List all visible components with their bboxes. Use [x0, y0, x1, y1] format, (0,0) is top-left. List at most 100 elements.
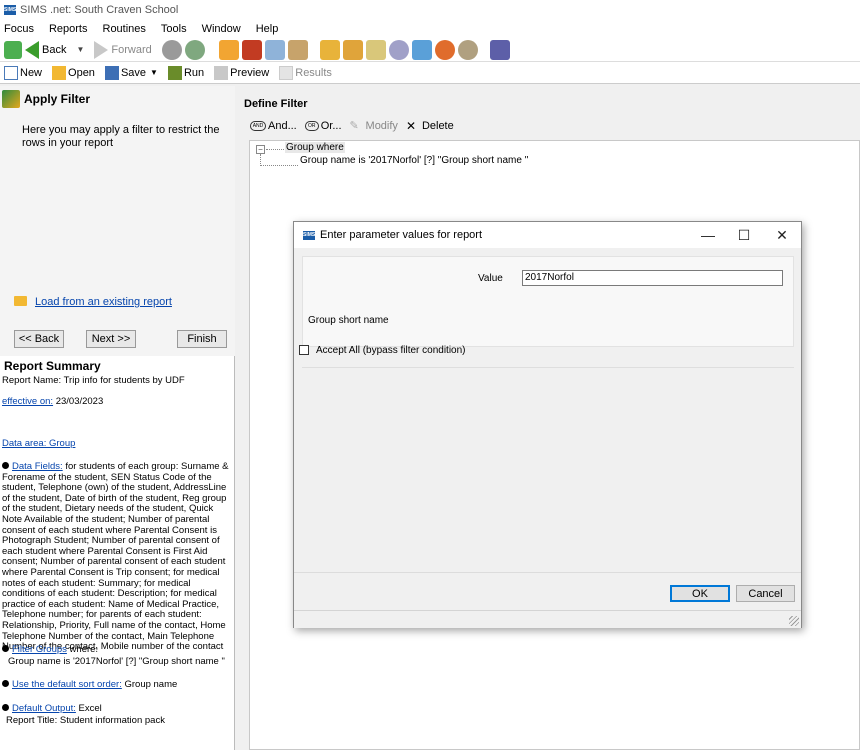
data-area: Data area: Group — [2, 438, 234, 450]
delete-button[interactable]: ✕ Delete — [406, 119, 454, 133]
minimize-icon[interactable]: — — [698, 226, 718, 244]
results-button[interactable]: Results — [279, 65, 332, 80]
save-button[interactable]: Save ▼ — [104, 65, 158, 80]
close-icon[interactable]: ✕ — [772, 226, 792, 244]
finish-wizard-button[interactable]: Finish — [177, 330, 227, 348]
bullet-icon — [2, 680, 9, 687]
school-icon[interactable] — [411, 39, 432, 60]
or-button[interactable]: OR Or... — [304, 120, 342, 132]
back-dropdown-icon[interactable]: ▼ — [76, 45, 84, 54]
tree-node-condition[interactable]: Group name is '2017Norfol' [?] "Group sh… — [300, 155, 528, 166]
menu-focus[interactable]: Focus — [2, 23, 38, 35]
flag-icon[interactable] — [241, 39, 262, 60]
default-output-link[interactable]: Default Output: — [12, 703, 76, 714]
back-wizard-button[interactable]: << Back — [14, 330, 64, 348]
and-label: And... — [268, 120, 297, 132]
menu-reports[interactable]: Reports — [47, 23, 92, 35]
accept-all-checkbox[interactable] — [299, 345, 309, 355]
calendar-icon[interactable] — [489, 39, 510, 60]
clock-icon[interactable] — [434, 39, 455, 60]
contacts-icon[interactable] — [457, 39, 478, 60]
effective-date: 23/03/2023 — [55, 396, 104, 407]
preview-label: Preview — [230, 66, 270, 79]
report-icon[interactable] — [287, 39, 308, 60]
maximize-icon[interactable]: ☐ — [734, 226, 754, 244]
filter-toolbar: AND And... OR Or... ✎ Modify ✕ Delete — [250, 119, 462, 133]
group-short-name-label: Group short name — [308, 315, 389, 326]
apply-filter-icon — [2, 90, 20, 108]
sims-logo-icon: SIMS — [4, 5, 17, 15]
and-icon: AND — [250, 121, 266, 131]
value-input[interactable]: 2017Norfol — [522, 270, 783, 286]
person-icon[interactable] — [184, 39, 205, 60]
app-titlebar: SIMS SIMS .net: South Craven School — [0, 0, 860, 20]
save-label: Save — [120, 66, 147, 79]
user-icon[interactable] — [388, 39, 409, 60]
sort-order: Use the default sort order: Group name — [2, 679, 234, 691]
modify-icon: ✎ — [349, 120, 359, 132]
new-label: New — [20, 66, 43, 79]
or-label: Or... — [320, 120, 342, 132]
menu-tools[interactable]: Tools — [159, 23, 191, 35]
report-summary-title: Report Summary — [4, 359, 101, 373]
ok-button[interactable]: OK — [670, 585, 730, 602]
cancel-button[interactable]: Cancel — [736, 585, 795, 602]
accept-all-label[interactable]: Accept All (bypass filter condition) — [316, 345, 466, 356]
back-label: Back — [42, 43, 67, 56]
parameter-dialog: SIMS Enter parameter values for report —… — [293, 221, 802, 628]
bullet-icon — [2, 645, 9, 652]
report-title: Report Title: Student information pack — [6, 715, 165, 726]
notes-icon[interactable] — [218, 39, 239, 60]
filter-groups-link[interactable]: Filter Groups — [12, 644, 67, 655]
dialog-divider — [294, 572, 801, 573]
document-icon[interactable] — [365, 39, 386, 60]
new-icon — [4, 65, 18, 80]
group-icon[interactable] — [342, 39, 363, 60]
run-icon — [167, 65, 182, 80]
data-fields-link[interactable]: Data Fields: — [12, 461, 63, 472]
menu-routines[interactable]: Routines — [101, 23, 150, 35]
and-button[interactable]: AND And... — [250, 120, 297, 132]
assessment-icon[interactable] — [319, 39, 340, 60]
load-existing-report-link[interactable]: Load from an existing report — [35, 296, 172, 308]
data-area-link[interactable]: Data area: Group — [2, 438, 75, 449]
next-wizard-button[interactable]: Next >> — [86, 330, 136, 348]
apply-filter-description: Here you may apply a filter to restrict … — [22, 124, 220, 149]
open-button[interactable]: Open — [52, 65, 95, 80]
tree-node-group-where[interactable]: Group where — [285, 142, 345, 153]
sort-order-link[interactable]: Use the default sort order: — [12, 679, 122, 690]
parameter-panel: Value 2017Norfol Group short name — [302, 256, 794, 347]
back-button[interactable]: Back — [25, 40, 67, 59]
delete-label: Delete — [421, 120, 454, 132]
menu-window[interactable]: Window — [200, 23, 245, 35]
dialog-statusbar — [294, 610, 801, 628]
people-icon[interactable] — [161, 39, 182, 60]
forward-button[interactable]: Forward — [94, 40, 152, 59]
default-output-text: Excel — [75, 703, 102, 714]
tree-collapse-icon[interactable]: − — [256, 145, 265, 154]
effective-on-link[interactable]: effective on: — [2, 396, 53, 407]
filter-groups: Filter Groups where: — [2, 644, 234, 656]
home-icon[interactable] — [4, 40, 22, 59]
dialog-content-area — [302, 367, 794, 565]
tree-connector — [266, 149, 284, 150]
modify-button[interactable]: ✎ Modify — [350, 119, 398, 133]
run-button[interactable]: Run — [167, 65, 204, 80]
delete-icon: ✕ — [405, 119, 416, 133]
results-icon — [279, 65, 294, 80]
data-fields: Data Fields: for students of each group:… — [2, 461, 234, 653]
filter-groups-detail: Group name is '2017Norfol' [?] "Group sh… — [8, 656, 225, 667]
save-dropdown-icon[interactable]: ▼ — [150, 68, 158, 77]
preview-icon — [214, 65, 229, 80]
save-icon — [104, 65, 119, 80]
preview-button[interactable]: Preview — [214, 65, 270, 80]
bullet-icon — [2, 704, 9, 711]
menu-help[interactable]: Help — [254, 23, 283, 35]
resize-grip-icon[interactable] — [789, 616, 799, 626]
tree-connector — [260, 165, 298, 166]
data-fields-text: for students of each group: Surname & Fo… — [2, 461, 229, 653]
back-icon — [25, 40, 39, 59]
sims-logo-icon: SIMS — [303, 230, 316, 240]
chart-icon[interactable] — [264, 39, 285, 60]
new-button[interactable]: New — [4, 65, 43, 80]
